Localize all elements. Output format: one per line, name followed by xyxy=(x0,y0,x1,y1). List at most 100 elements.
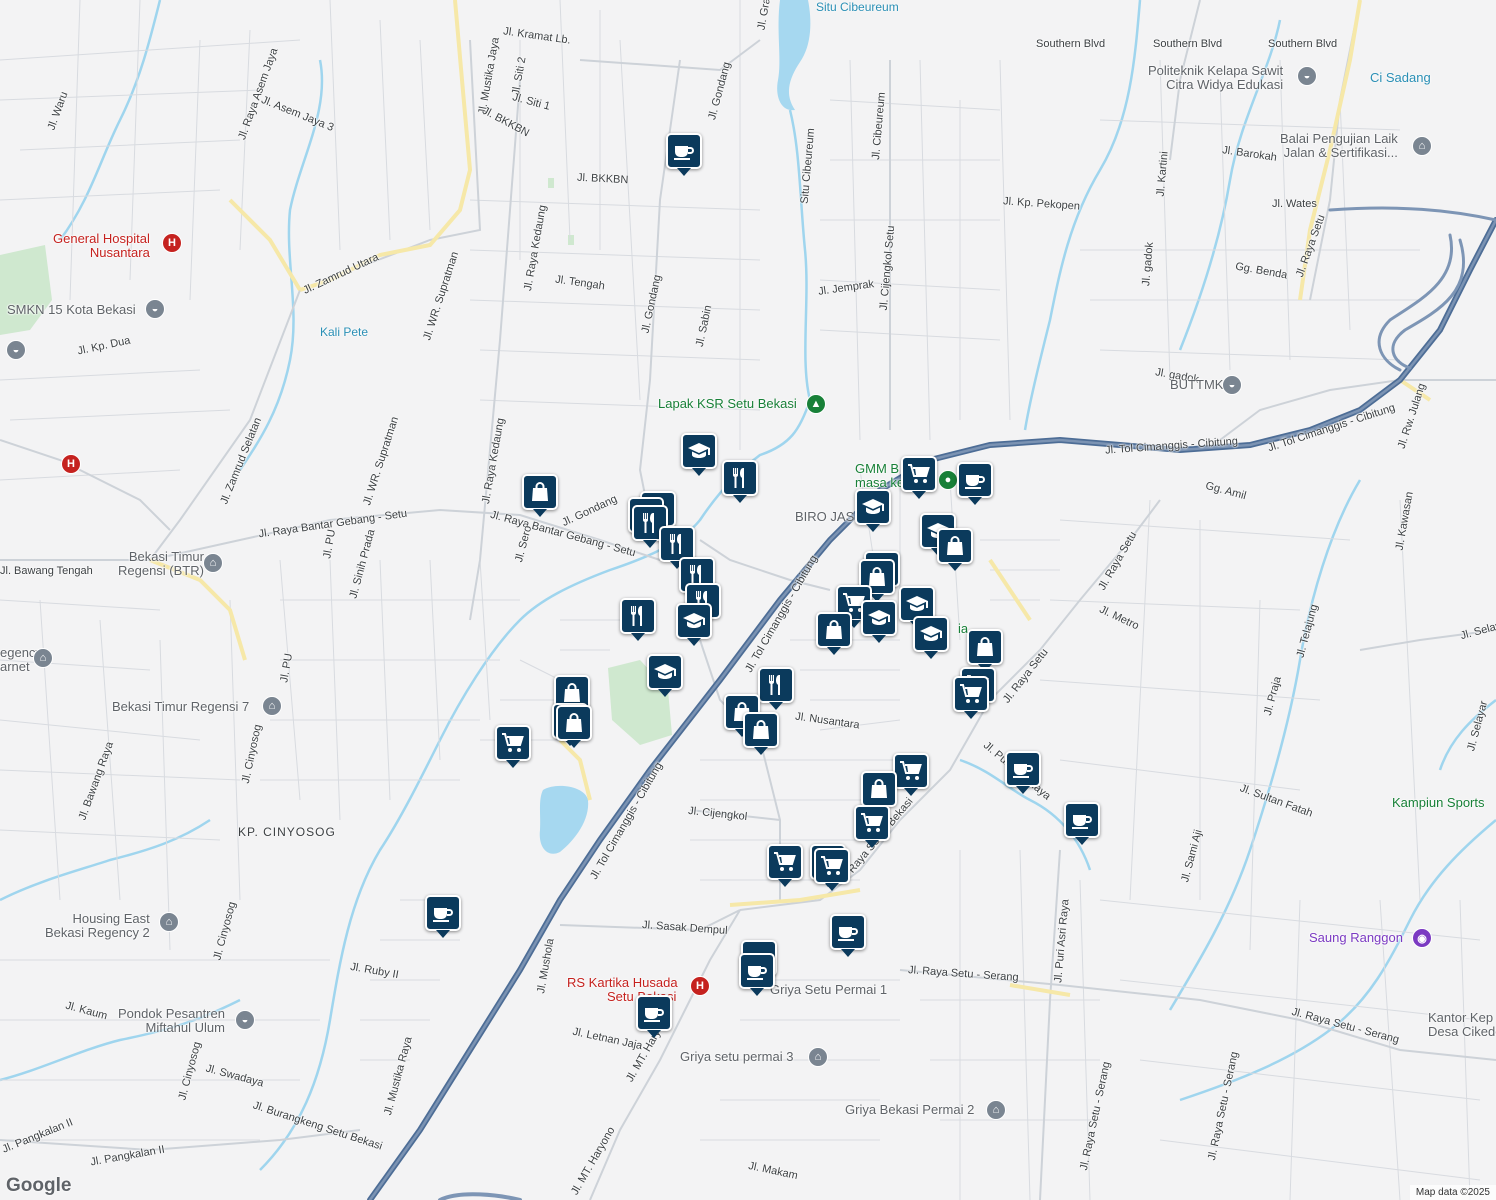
water-label: Kali Pete xyxy=(320,325,369,339)
grocery-marker[interactable] xyxy=(901,456,937,499)
school-icon[interactable]: ◒ xyxy=(6,340,26,360)
place-general-hospital-nusantara[interactable]: General Hospital Nusantara xyxy=(53,232,150,260)
residential-icon[interactable]: ⌂ xyxy=(33,648,53,668)
place-pondok-pesantren[interactable]: Pondok Pesantren Miftahul Ulum xyxy=(118,1007,225,1035)
place-kampiun-sports[interactable]: Kampiun Sports xyxy=(1392,796,1485,810)
place-line: Pondok Pesantren xyxy=(118,1006,225,1021)
place-line: General Hospital xyxy=(53,231,150,246)
shopping-marker[interactable] xyxy=(816,612,852,655)
cafe-icon xyxy=(836,920,860,944)
hospital-icon[interactable]: H xyxy=(690,976,710,996)
shopping-marker[interactable] xyxy=(861,771,897,814)
education-marker[interactable] xyxy=(861,600,897,643)
residential-icon[interactable]: ⌂ xyxy=(262,696,282,716)
school-icon[interactable]: ◒ xyxy=(1297,66,1317,86)
education-marker[interactable] xyxy=(681,433,717,476)
education-marker[interactable] xyxy=(913,616,949,659)
map-canvas[interactable]: Jl. Kramat Lb. Jl. Mustika Jaya Jl. Siti… xyxy=(0,0,1496,1200)
water-label: Situ Cibeureum xyxy=(816,0,899,14)
place-line: SMKN 15 Kota Bekasi xyxy=(7,302,136,317)
cafe-marker[interactable] xyxy=(957,462,993,505)
grocery-marker[interactable] xyxy=(893,753,929,796)
google-logo: Google xyxy=(6,1175,72,1196)
restaurant-marker[interactable] xyxy=(758,667,794,710)
residential-icon[interactable]: ⌂ xyxy=(159,912,179,932)
place-line: Saung Ranggon xyxy=(1309,930,1403,945)
place-bekasi-timur-regensi-btr[interactable]: Bekasi Timur Regensi (BTR) xyxy=(118,550,204,578)
camera-icon[interactable]: ◉ xyxy=(1412,928,1432,948)
grocery-icon xyxy=(501,731,525,755)
road-label: Southern Blvd xyxy=(1268,38,1338,50)
shopping-marker[interactable] xyxy=(522,474,558,517)
shopping-marker[interactable] xyxy=(967,629,1003,672)
shopping-marker[interactable] xyxy=(743,712,779,755)
residential-icon[interactable]: ⌂ xyxy=(203,553,223,573)
location-icon[interactable]: ● xyxy=(938,470,958,490)
cafe-marker[interactable] xyxy=(636,995,672,1038)
shopping-icon xyxy=(822,618,846,642)
place-housing-east-bekasi-regency-2[interactable]: Housing East Bekasi Regency 2 xyxy=(45,912,150,940)
place-griya-setu-permai-3[interactable]: Griya setu permai 3 xyxy=(680,1050,793,1064)
restaurant-marker[interactable] xyxy=(620,598,656,641)
restaurant-marker[interactable] xyxy=(722,460,758,503)
cafe-icon xyxy=(642,1001,666,1025)
shopping-icon xyxy=(560,681,584,705)
place-line: Politeknik Kelapa Sawit xyxy=(1148,63,1284,78)
place-griya-setu-permai-1[interactable]: Griya Setu Permai 1 xyxy=(770,983,887,997)
map-attribution[interactable]: Map data ©2025 xyxy=(1409,1185,1496,1200)
shopping-marker[interactable] xyxy=(937,528,973,571)
place-line: Griya Setu Permai 1 xyxy=(770,982,888,997)
place-gmm[interactable]: GMM B masa ke xyxy=(855,462,904,490)
place-bekasi-timur-regensi-7[interactable]: Bekasi Timur Regensi 7 xyxy=(112,700,249,714)
restaurant-icon xyxy=(764,673,788,697)
hospital-icon[interactable]: H xyxy=(61,454,81,474)
grocery-marker[interactable] xyxy=(814,848,850,891)
cafe-marker[interactable] xyxy=(666,133,702,176)
place-biro-jasa[interactable]: BIRO JAS xyxy=(795,510,854,524)
school-icon[interactable]: ◒ xyxy=(235,1010,255,1030)
cafe-marker[interactable] xyxy=(830,914,866,957)
shopping-icon xyxy=(943,534,967,558)
grocery-marker[interactable] xyxy=(495,725,531,768)
government-icon[interactable]: ⌂ xyxy=(1412,136,1432,156)
grocery-marker[interactable] xyxy=(767,844,803,887)
residential-icon[interactable]: ⌂ xyxy=(986,1100,1006,1120)
cafe-marker[interactable] xyxy=(1064,802,1100,845)
education-marker[interactable] xyxy=(676,603,712,646)
place-smkn-15-kota-bekasi[interactable]: SMKN 15 Kota Bekasi xyxy=(7,303,136,317)
grocery-icon xyxy=(820,854,844,878)
place-lapak-ksr-setu-bekasi[interactable]: Lapak KSR Setu Bekasi xyxy=(658,397,797,411)
road-label: Jl. Wates xyxy=(1272,198,1317,210)
shopping-marker[interactable] xyxy=(556,705,592,748)
hospital-icon[interactable]: H xyxy=(162,233,182,253)
place-kantor-kepala-desa[interactable]: Kantor Kep Desa Cikedo xyxy=(1428,1011,1496,1039)
place-line: Citra Widya Edukasi xyxy=(1166,77,1284,92)
school-icon[interactable]: ◒ xyxy=(145,299,165,319)
education-icon xyxy=(687,439,711,463)
education-marker[interactable] xyxy=(647,654,683,697)
residential-icon[interactable]: ⌂ xyxy=(808,1047,828,1067)
education-marker[interactable] xyxy=(855,489,891,532)
place-griya-bekasi-permai-2[interactable]: Griya Bekasi Permai 2 xyxy=(845,1103,974,1117)
grocery-marker[interactable] xyxy=(953,676,989,719)
place-balai-pengujian[interactable]: Balai Pengujian Laik Jalan & Sertifikasi… xyxy=(1280,132,1398,160)
cafe-marker[interactable] xyxy=(1005,751,1041,794)
shopping-icon xyxy=(528,480,552,504)
grocery-marker[interactable] xyxy=(854,805,890,848)
place-line: Balai Pengujian Laik xyxy=(1280,131,1398,146)
place-line: masa ke xyxy=(855,475,905,490)
place-line: Desa Cikedo xyxy=(1428,1024,1496,1039)
place-line: RS Kartika Husada xyxy=(567,975,678,990)
cafe-marker[interactable] xyxy=(739,953,775,996)
place-politeknik-kelapa-sawit[interactable]: Politeknik Kelapa Sawit Citra Widya Eduk… xyxy=(1148,64,1283,92)
shopping-icon xyxy=(973,635,997,659)
place-line: Lapak KSR Setu Bekasi xyxy=(658,396,797,411)
cafe-icon xyxy=(1011,757,1035,781)
school-icon[interactable]: ◒ xyxy=(1222,375,1242,395)
park-icon[interactable]: ▲ xyxy=(806,394,826,414)
place-saung-ranggon[interactable]: Saung Ranggon xyxy=(1309,931,1403,945)
cafe-marker[interactable] xyxy=(425,895,461,938)
place-line: Griya setu permai 3 xyxy=(680,1049,794,1064)
education-icon xyxy=(919,622,943,646)
place-line: Jalan & Sertifikasi... xyxy=(1283,145,1398,160)
